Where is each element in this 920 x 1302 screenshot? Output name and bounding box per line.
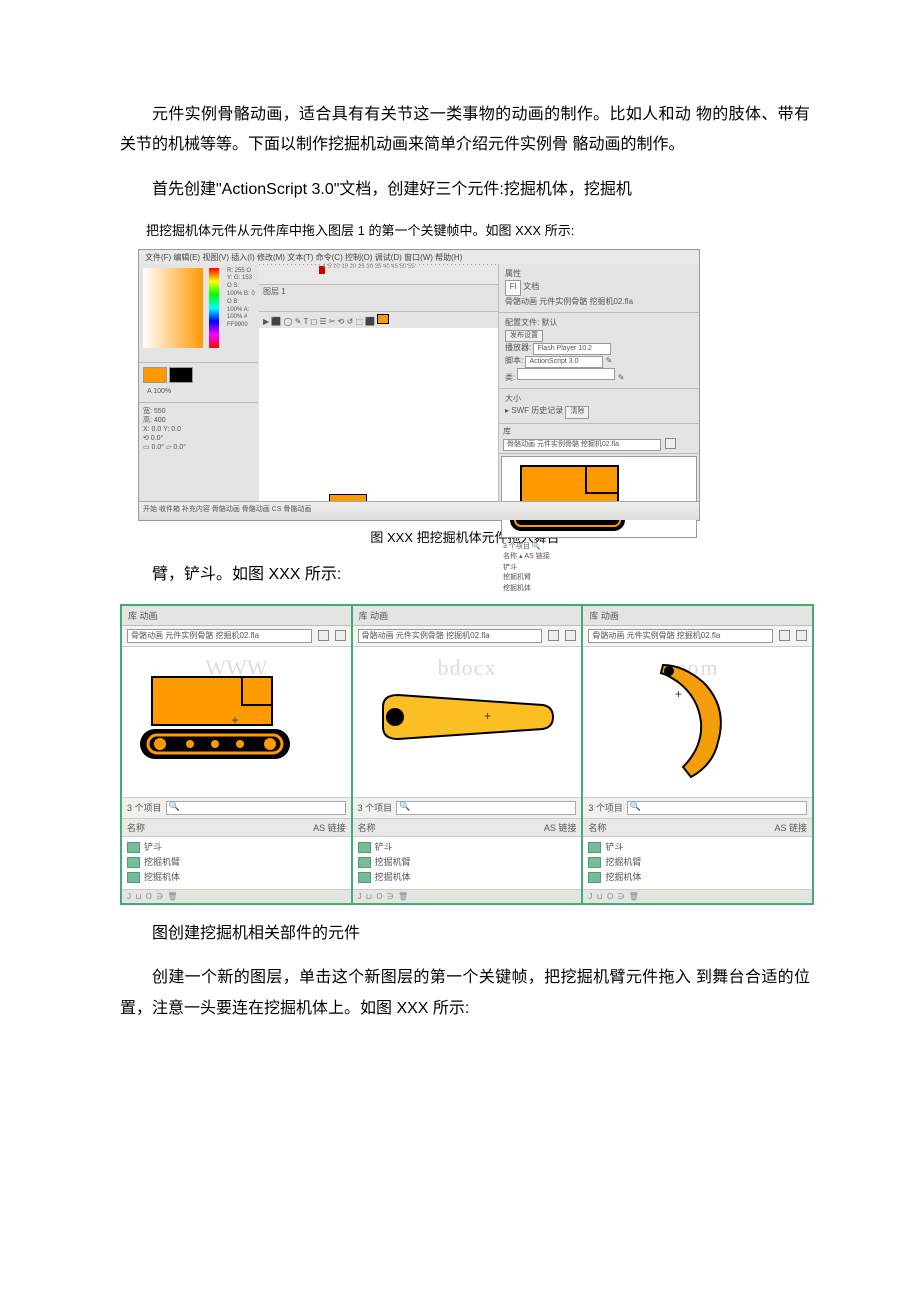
library-preview bbox=[501, 456, 697, 538]
pin-icon[interactable] bbox=[779, 630, 790, 641]
stage bbox=[259, 328, 499, 504]
new-lib-icon[interactable] bbox=[796, 630, 807, 641]
swatch-row: A 100% bbox=[139, 363, 259, 403]
script-dropdown[interactable]: ActionScript 3.0 bbox=[525, 356, 603, 368]
lib-item[interactable]: 挖掘机臂 bbox=[583, 854, 812, 869]
flash-ide-screenshot: 文件(F) 编辑(E) 视图(V) 插入(I) 修改(M) 文本(T) 命令(C… bbox=[138, 249, 700, 521]
lib-file-dropdown[interactable]: 骨骼动画 元件实例骨骼 挖掘机02.fla bbox=[588, 629, 773, 643]
lib-item[interactable]: 挖掘机臂 bbox=[122, 854, 351, 869]
paragraph-5: 图创建挖掘机相关部件的元件 bbox=[120, 919, 810, 949]
right-panels: 属性Fl 文档骨骼动画 元件实例骨骼 挖掘机02.fla 配置文件: 默认 发布… bbox=[498, 264, 699, 504]
lib-file-dropdown[interactable]: 骨骼动画 元件实例骨骼 挖掘机02.fla bbox=[127, 629, 312, 643]
new-lib-icon[interactable] bbox=[335, 630, 346, 641]
player-dropdown[interactable]: Flash Player 10.2 bbox=[533, 343, 611, 355]
lib-item[interactable]: 挖掘机臂 bbox=[353, 854, 582, 869]
toolbar-row-1: 图层 1 bbox=[259, 285, 499, 312]
lib-item[interactable]: 铲斗 bbox=[122, 839, 351, 854]
paragraph-4: 臂，铲斗。如图 XXX 所示: bbox=[120, 560, 810, 590]
taskbar: 开始 收件箱 补充内容 骨骼动画 骨骼动画 CS 骨骼动画 bbox=[139, 501, 699, 520]
lib-item[interactable]: 铲斗 bbox=[353, 839, 582, 854]
caption-1: 图 XXX 把挖掘机体元件拖入舞台 bbox=[120, 527, 810, 546]
class-field[interactable] bbox=[517, 368, 615, 380]
left-panels: R: 255 O Y: G: 153 O S: 100% B: 0 O B: 1… bbox=[139, 264, 260, 504]
library-search[interactable] bbox=[396, 801, 576, 815]
new-lib-icon[interactable] bbox=[565, 630, 576, 641]
lib-item[interactable]: 挖掘机体 bbox=[353, 869, 582, 884]
library-panel-body: 库 动画 骨骼动画 元件实例骨骼 挖掘机02.fla WWW + 3 个项目 名… bbox=[122, 606, 353, 903]
lib-file-dropdown[interactable]: 骨骼动画 元件实例骨骼 挖掘机02.fla bbox=[358, 629, 543, 643]
publish-settings-btn[interactable]: 发布设置 bbox=[505, 330, 543, 343]
stage-area: 1 5 10 15 20 25 30 35 40 45 50 55 图层 1 ▶… bbox=[259, 264, 499, 504]
paragraph-6: 创建一个新的图层，单击这个新图层的第一个关键帧，把挖掘机臂元件拖入 到舞台合适的… bbox=[120, 963, 810, 1024]
transform-readout: 宽: 550高: 400X: 0.0 Y: 0.0⟲ 0.0°▭ 0.0° ▱ … bbox=[139, 403, 259, 456]
timeline: 1 5 10 15 20 25 30 35 40 45 50 55 bbox=[259, 264, 499, 285]
three-library-panels: 库 动画 骨骼动画 元件实例骨骼 挖掘机02.fla WWW + 3 个项目 名… bbox=[120, 604, 814, 905]
library-panel-arm: 库 动画 骨骼动画 元件实例骨骼 挖掘机02.fla bdocx + 3 个项目… bbox=[353, 606, 584, 903]
color-picker: R: 255 O Y: G: 153 O S: 100% B: 0 O B: 1… bbox=[139, 264, 259, 363]
lib-item[interactable]: 挖掘机体 bbox=[122, 869, 351, 884]
clear-btn[interactable]: 清除 bbox=[565, 406, 589, 419]
paragraph-1: 元件实例骨骼动画，适合具有有关节这一类事物的动画的制作。比如人和动 物的肢体、带… bbox=[120, 100, 810, 161]
library-panel-bucket: 库 动画 骨骼动画 元件实例骨骼 挖掘机02.fla com + 3 个项目 名… bbox=[583, 606, 812, 903]
paragraph-2: 首先创建"ActionScript 3.0"文档，创建好三个元件:挖掘机体，挖掘… bbox=[120, 175, 810, 205]
lib-item[interactable]: 铲斗 bbox=[583, 839, 812, 854]
paragraph-3: 把挖掘机体元件从元件库中拖入图层 1 的第一个关键帧中。如图 XXX 所示: bbox=[120, 219, 810, 242]
lib-item[interactable]: 挖掘机体 bbox=[583, 869, 812, 884]
pin-icon[interactable] bbox=[318, 630, 329, 641]
library-search[interactable] bbox=[166, 801, 346, 815]
pin-icon[interactable] bbox=[548, 630, 559, 641]
library-list: 3 个项目 🔍名称 ▴ AS 链接 铲斗挖掘机臂挖掘机体 bbox=[499, 540, 699, 597]
library-search[interactable] bbox=[627, 801, 807, 815]
pin-icon[interactable] bbox=[665, 438, 676, 449]
